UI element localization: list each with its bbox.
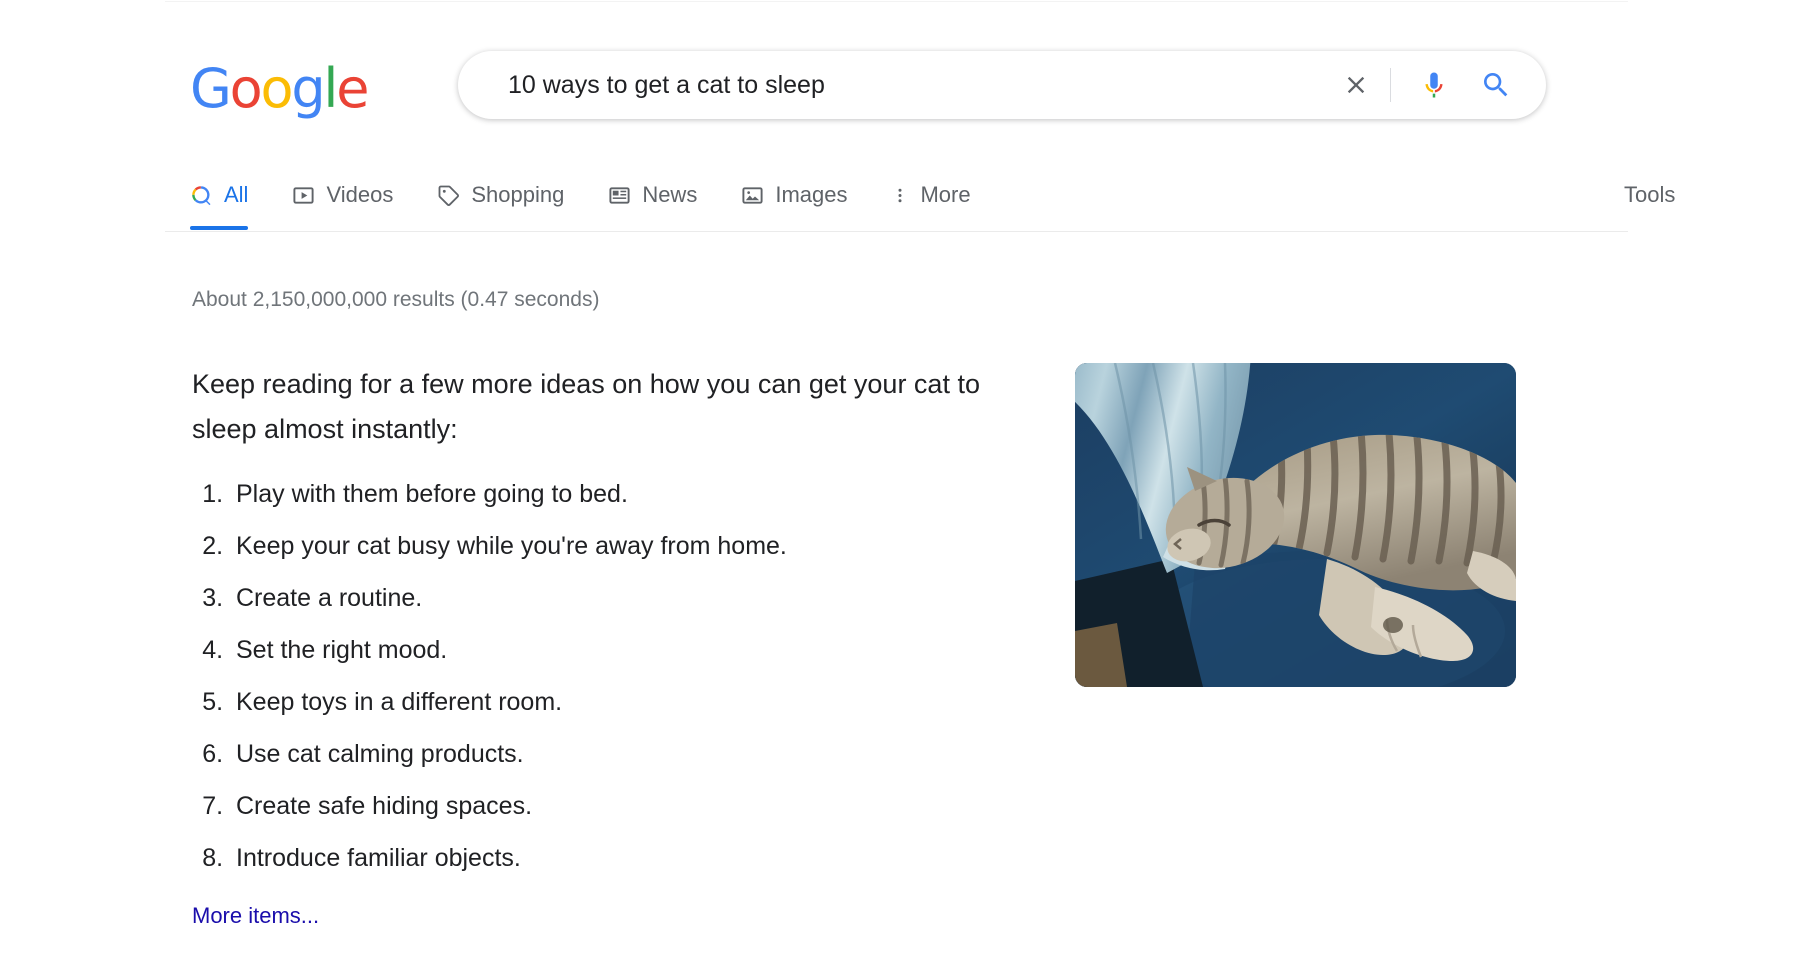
tab-images-label: Images: [775, 182, 848, 207]
tag-icon: [437, 184, 460, 207]
search-icon: [1484, 73, 1508, 97]
newspaper-icon: [608, 184, 631, 207]
tab-all-label: All: [224, 182, 249, 207]
sleeping-cat-photo[interactable]: [1075, 363, 1516, 687]
cat-photo-illustration: [1075, 363, 1516, 687]
logo-letter-o2: o: [260, 57, 294, 120]
list-item: Introduce familiar objects.: [230, 832, 982, 884]
tab-videos[interactable]: Videos: [292, 160, 393, 230]
tab-shopping-label: Shopping: [471, 182, 565, 207]
clear-search-button[interactable]: [1332, 61, 1380, 109]
snippet-list: Play with them before going to bed. Keep…: [192, 468, 982, 884]
search-input[interactable]: [506, 68, 1332, 102]
search-icon: [190, 184, 213, 207]
search-divider: [1390, 68, 1391, 102]
list-item: Play with them before going to bed.: [230, 468, 982, 520]
logo-letter-o1: o: [229, 57, 263, 120]
list-item: Keep toys in a different room.: [230, 676, 982, 728]
google-search-results-page: Google 10 ways to get a cat to sleep All…: [0, 0, 1800, 966]
voice-search-button[interactable]: [1409, 60, 1459, 110]
tab-all[interactable]: All: [190, 160, 249, 230]
tab-images[interactable]: Images: [741, 160, 847, 230]
tools-label: Tools: [1624, 182, 1676, 207]
search-tabs-bar: All Videos Shopping News Images More Too…: [0, 160, 1800, 232]
search-tabs: All Videos Shopping News Images More Too…: [190, 160, 1675, 230]
logo-letter-e: e: [336, 57, 369, 120]
microphone-icon: [1425, 72, 1443, 98]
list-item: Create a routine.: [230, 572, 982, 624]
image-icon: [741, 184, 764, 207]
featured-snippet: Keep reading for a few more ideas on how…: [192, 362, 982, 884]
tab-more[interactable]: More: [891, 160, 971, 230]
search-header: Google: [0, 0, 1800, 155]
video-icon: [292, 184, 315, 207]
logo-letter-g: g: [291, 57, 325, 120]
submit-search-button[interactable]: [1471, 60, 1521, 110]
tab-news-label: News: [642, 182, 698, 207]
close-icon: [1347, 76, 1365, 94]
google-logo[interactable]: Google: [190, 57, 369, 120]
list-item: Keep your cat busy while you're away fro…: [230, 520, 982, 572]
logo-letter-G: G: [190, 57, 232, 120]
snippet-title: Keep reading for a few more ideas on how…: [192, 369, 980, 444]
tab-videos-label: Videos: [326, 182, 394, 207]
list-item: Use cat calming products.: [230, 728, 982, 780]
result-stats: About 2,150,000,000 results (0.47 second…: [192, 288, 600, 311]
active-tab-underline: [190, 226, 249, 230]
list-item: Set the right mood.: [230, 624, 982, 676]
more-vertical-icon: [891, 184, 909, 207]
logo-letter-l: l: [323, 57, 338, 120]
list-item: Create safe hiding spaces.: [230, 780, 982, 832]
tab-shopping[interactable]: Shopping: [437, 160, 564, 230]
tab-news[interactable]: News: [608, 160, 697, 230]
search-input-container: [459, 68, 1332, 102]
tab-more-label: More: [920, 182, 971, 207]
more-items-link[interactable]: More items...: [192, 903, 319, 929]
tools-button[interactable]: Tools: [1624, 160, 1675, 230]
tabs-divider: [165, 231, 1628, 232]
search-box[interactable]: [458, 51, 1546, 119]
